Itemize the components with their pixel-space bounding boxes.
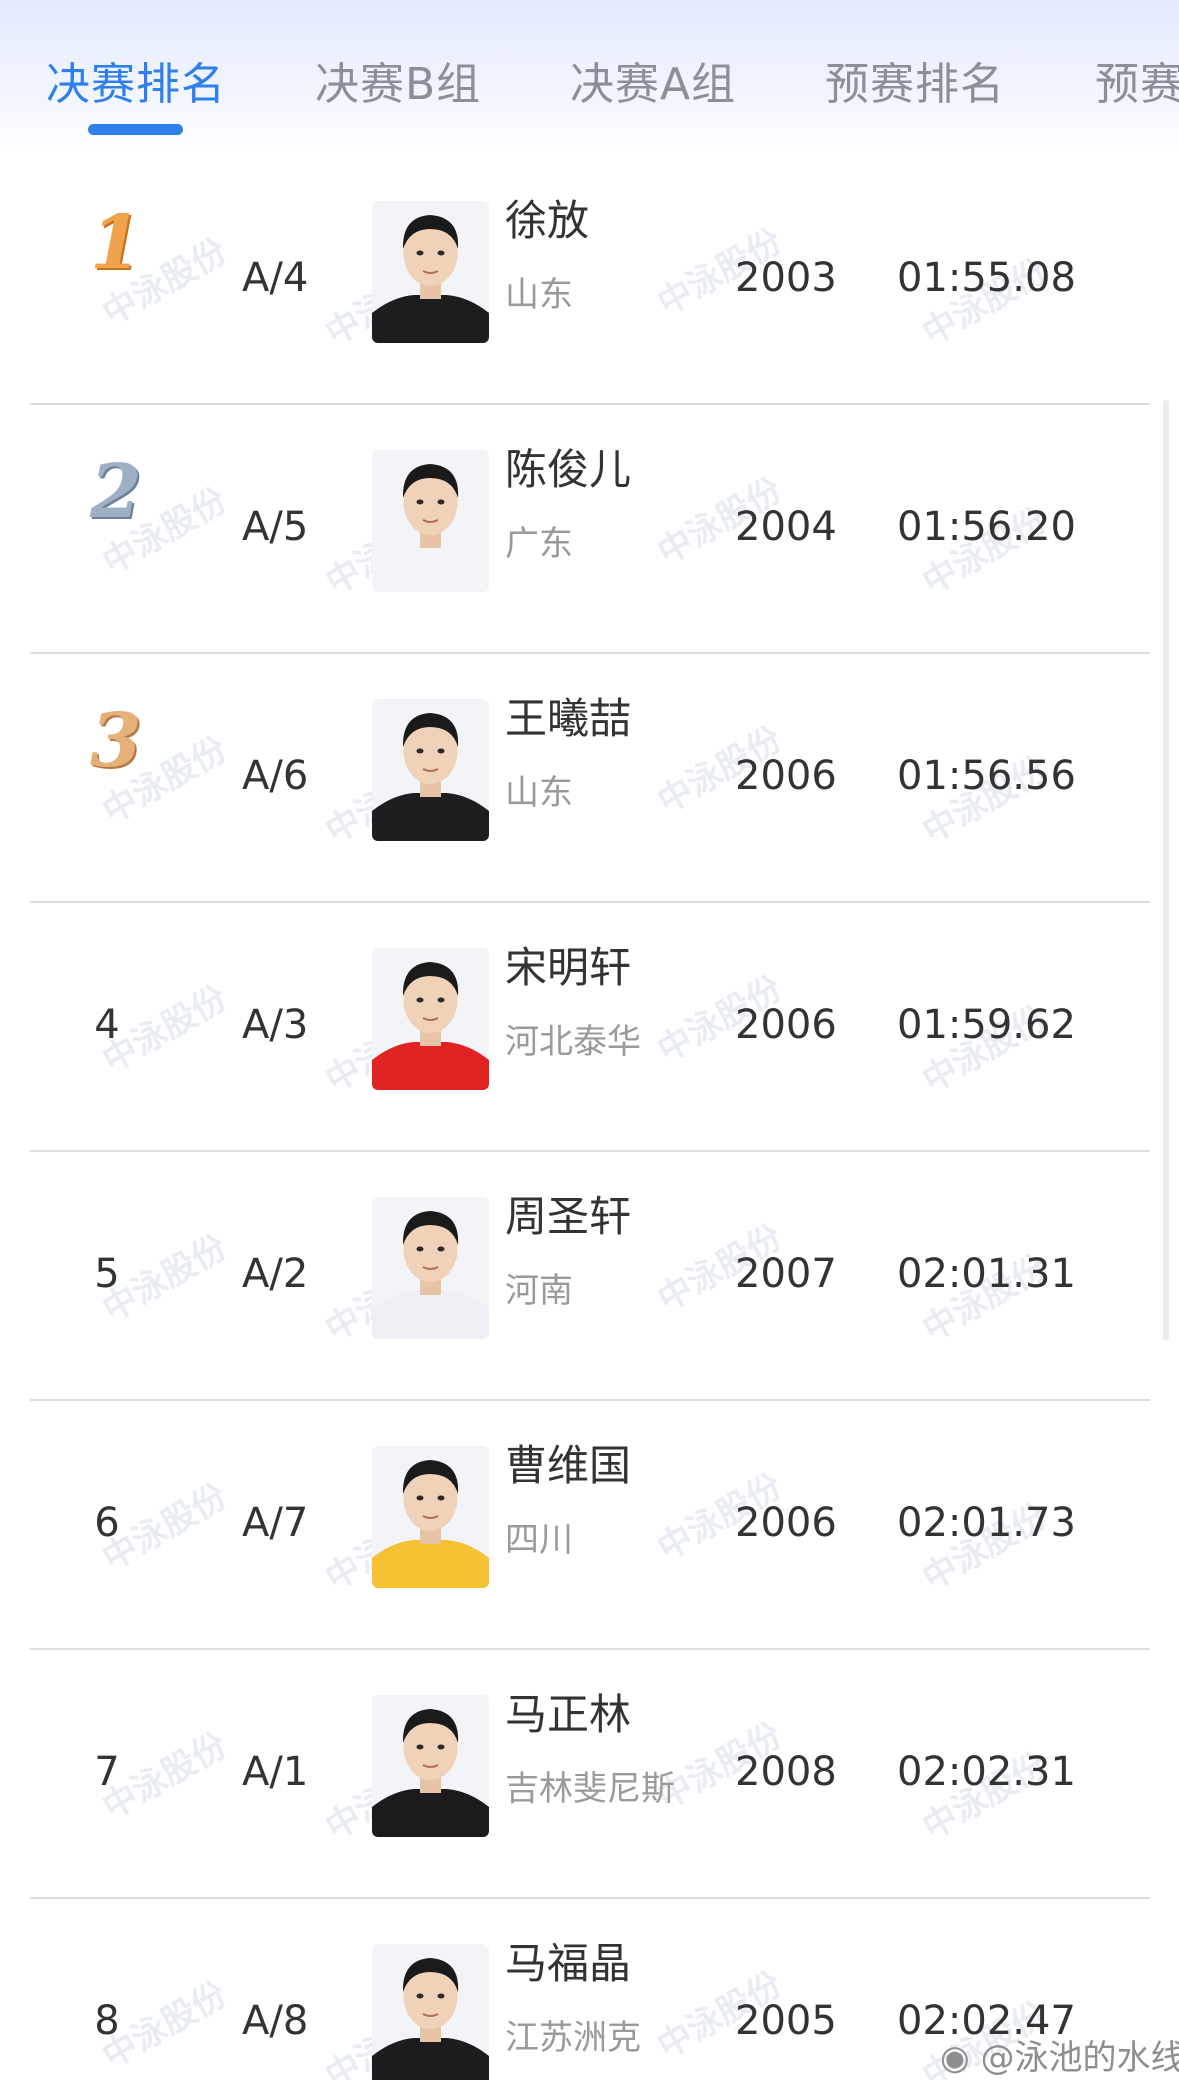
- lane: A/6: [242, 753, 309, 799]
- tab-heat[interactable]: 预赛: [1095, 48, 1179, 112]
- lane: A/8: [242, 1998, 309, 2044]
- result-row[interactable]: 中泳股份中泳股份中泳股份中泳股份3A/6王曦喆山东200601:56.56: [0, 653, 1179, 902]
- athlete-name: 马正林: [505, 1690, 632, 1739]
- tab-bar: 决赛排名 决赛B组 决赛A组 预赛排名 预赛: [0, 0, 1179, 155]
- birth-year: 2006: [735, 1002, 837, 1048]
- lane: A/5: [242, 504, 309, 550]
- result-row[interactable]: 中泳股份中泳股份中泳股份中泳股份5A/2周圣轩河南200702:01.31: [0, 1151, 1179, 1400]
- result-time: 01:56.20: [897, 504, 1076, 550]
- rank: 8: [94, 1998, 120, 2044]
- athlete-photo: [372, 1446, 489, 1588]
- birth-year: 2008: [735, 1749, 837, 1795]
- bronze-medal-rank: 3: [90, 698, 142, 784]
- result-row[interactable]: 中泳股份中泳股份中泳股份中泳股份4A/3宋明轩河北泰华200601:59.62: [0, 902, 1179, 1151]
- results-page: 决赛排名 决赛B组 决赛A组 预赛排名 预赛 中泳股份中泳股份中泳股份中泳股份1…: [0, 0, 1179, 2080]
- athlete-team: 河北泰华: [505, 1022, 641, 1062]
- athlete-team: 江苏洲克: [505, 2018, 641, 2058]
- lane: A/2: [242, 1251, 309, 1297]
- result-row[interactable]: 中泳股份中泳股份中泳股份中泳股份6A/7曹维国四川200602:01.73: [0, 1400, 1179, 1649]
- weibo-watermark: ◉ @泳池的水线: [940, 2030, 1179, 2079]
- athlete-name: 周圣轩: [505, 1192, 632, 1241]
- weibo-icon: ◉: [940, 2038, 970, 2078]
- athlete-photo: [372, 699, 489, 841]
- athlete-photo: [372, 1944, 489, 2080]
- result-row[interactable]: 中泳股份中泳股份中泳股份中泳股份7A/1马正林吉林斐尼斯200802:02.31: [0, 1649, 1179, 1898]
- athlete-photo: [372, 1197, 489, 1339]
- result-time: 02:01.73: [897, 1500, 1076, 1546]
- lane: A/4: [242, 255, 309, 301]
- tab-final-b[interactable]: 决赛B组: [315, 48, 481, 112]
- result-time: 01:56.56: [897, 753, 1076, 799]
- birth-year: 2005: [735, 1998, 837, 2044]
- scrollbar[interactable]: [1163, 400, 1169, 1340]
- lane: A/3: [242, 1002, 309, 1048]
- athlete-name: 徐放: [505, 196, 590, 245]
- lane: A/1: [242, 1749, 309, 1795]
- athlete-name: 曹维国: [505, 1441, 632, 1490]
- athlete-team: 山东: [505, 773, 573, 813]
- result-row[interactable]: 中泳股份中泳股份中泳股份中泳股份2A/5陈俊儿广东200401:56.20: [0, 404, 1179, 653]
- athlete-name: 宋明轩: [505, 943, 632, 992]
- active-tab-indicator: [88, 124, 183, 135]
- athlete-photo: [372, 201, 489, 343]
- athlete-team: 河南: [505, 1271, 573, 1311]
- birth-year: 2004: [735, 504, 837, 550]
- result-time: 02:01.31: [897, 1251, 1076, 1297]
- result-time: 01:55.08: [897, 255, 1076, 301]
- athlete-team: 广东: [505, 524, 573, 564]
- silver-medal-rank: 2: [90, 449, 142, 535]
- gold-medal-rank: 1: [90, 200, 142, 286]
- tab-final-a[interactable]: 决赛A组: [570, 48, 736, 112]
- rank: 4: [94, 1002, 120, 1048]
- weibo-handle: @泳池的水线: [980, 2038, 1179, 2078]
- birth-year: 2006: [735, 753, 837, 799]
- result-time: 01:59.62: [897, 1002, 1076, 1048]
- rank: 6: [94, 1500, 120, 1546]
- birth-year: 2003: [735, 255, 837, 301]
- birth-year: 2007: [735, 1251, 837, 1297]
- athlete-team: 四川: [505, 1520, 573, 1560]
- athlete-team: 山东: [505, 275, 573, 315]
- athlete-photo: [372, 1695, 489, 1837]
- rank: 5: [94, 1251, 120, 1297]
- tab-final-ranking[interactable]: 决赛排名: [46, 48, 226, 112]
- tab-heat-ranking[interactable]: 预赛排名: [825, 48, 1005, 112]
- athlete-name: 王曦喆: [505, 694, 632, 743]
- athlete-name: 陈俊儿: [505, 445, 632, 494]
- athlete-photo: [372, 948, 489, 1090]
- lane: A/7: [242, 1500, 309, 1546]
- athlete-name: 马福晶: [505, 1939, 632, 1988]
- rank: 7: [94, 1749, 120, 1795]
- athlete-photo: [372, 450, 489, 592]
- result-row[interactable]: 中泳股份中泳股份中泳股份中泳股份1A/4徐放山东200301:55.08: [0, 155, 1179, 404]
- result-time: 02:02.31: [897, 1749, 1076, 1795]
- birth-year: 2006: [735, 1500, 837, 1546]
- athlete-team: 吉林斐尼斯: [505, 1769, 675, 1809]
